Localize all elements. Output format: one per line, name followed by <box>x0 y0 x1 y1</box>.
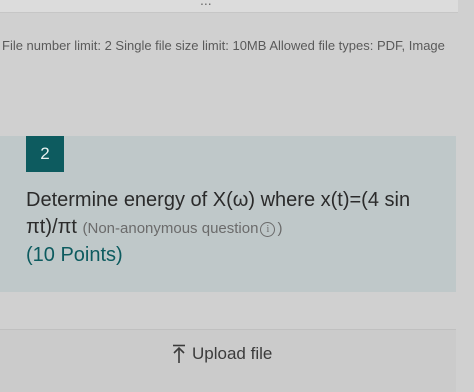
previous-question-card: ... <box>0 0 458 13</box>
upload-file-label: Upload file <box>192 344 273 363</box>
question-text-block: Determine energy of X(ω) where x(t)=(4 s… <box>26 187 446 269</box>
upload-arrow-icon <box>173 344 185 363</box>
info-icon[interactable]: i <box>260 222 276 237</box>
upload-area: Upload file <box>0 329 456 392</box>
question-note: (Non-anonymous question i) <box>82 220 283 237</box>
question-note-close: ) <box>277 220 283 237</box>
clipped-text: ... <box>200 0 212 8</box>
question-card: 2 Determine energy of X(ω) where x(t)=(4… <box>0 136 456 292</box>
question-number-badge: 2 <box>26 136 64 172</box>
question-points: (10 Points) <box>26 244 123 266</box>
upload-file-button[interactable]: Upload file <box>172 340 272 368</box>
question-note-label: (Non-anonymous question <box>82 220 259 237</box>
file-limits-text: File number limit: 2 Single file size li… <box>2 38 445 53</box>
